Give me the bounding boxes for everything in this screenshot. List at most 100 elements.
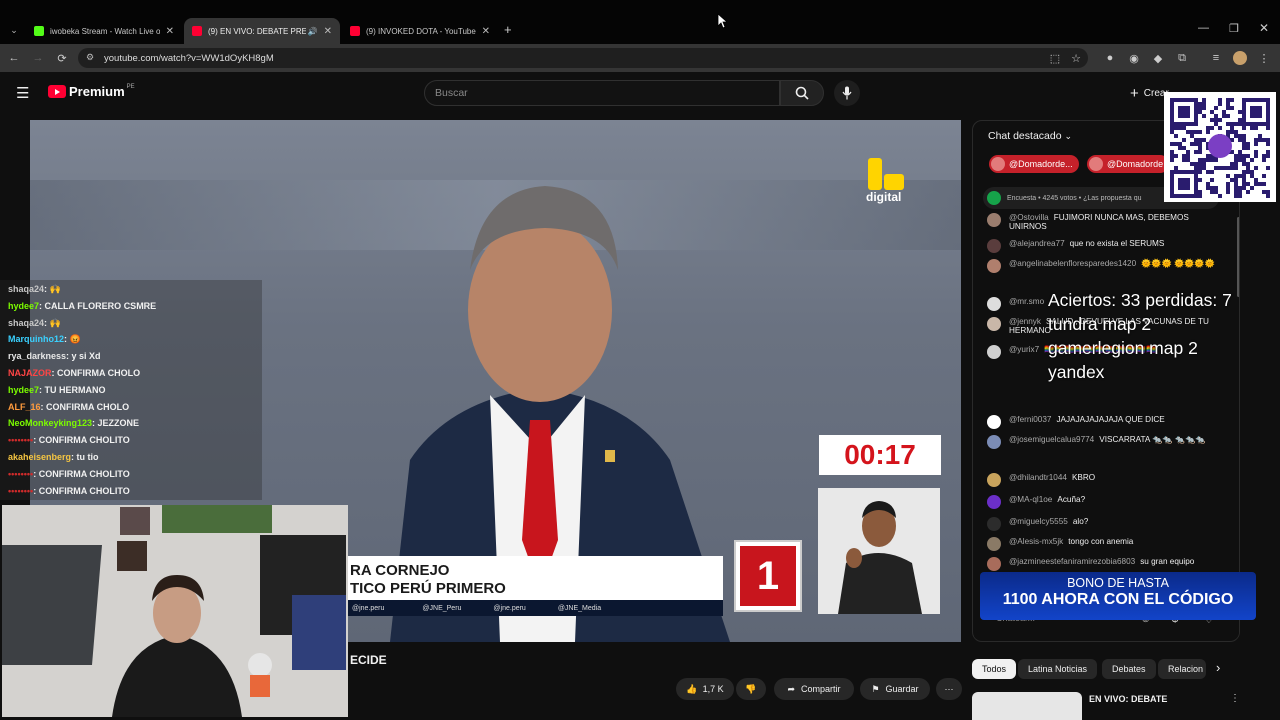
overlay-chat-line: Marquinho12: 😡	[8, 334, 81, 345]
tab-title: (9) INVOKED DOTA - YouTube	[366, 26, 476, 36]
related-video-title[interactable]: EN VIVO: DEBATE	[1089, 694, 1167, 704]
avatar[interactable]	[987, 259, 1001, 273]
share-label: Compartir	[801, 684, 841, 694]
like-button[interactable]: 👍 1,7 K	[676, 678, 734, 700]
create-button[interactable]: + Crear	[1130, 85, 1169, 102]
logo-text: Premium	[69, 84, 125, 99]
install-app-icon[interactable]: ⬚	[1045, 48, 1065, 68]
chat-author[interactable]: @Ostovilla	[1009, 213, 1049, 222]
site-info-icon[interactable]: ⚙	[86, 52, 94, 63]
avatar[interactable]	[987, 213, 1001, 227]
forward-button[interactable]: →	[28, 48, 48, 68]
chat-author[interactable]: @alejandrea77	[1009, 239, 1065, 248]
extension-icon[interactable]: ◉	[1124, 48, 1144, 68]
media-control-icon[interactable]: ≡	[1206, 48, 1226, 68]
close-window-button[interactable]: ✕	[1259, 21, 1269, 35]
tab-invoked-dota[interactable]: (9) INVOKED DOTA - YouTube ✕	[342, 18, 498, 44]
overlay-chat-user: hydee7	[8, 384, 40, 395]
close-tab-icon[interactable]: ✕	[482, 26, 490, 37]
address-bar[interactable]: ⚙ youtube.com/watch?v=WW1dOyKH8gM	[78, 48, 1088, 68]
extensions-puzzle-icon[interactable]: ⧉	[1172, 48, 1192, 68]
chevron-right-icon[interactable]: ›	[1216, 660, 1220, 675]
tab-search-button[interactable]: ⌄	[6, 22, 22, 38]
profile-avatar-icon[interactable]	[1230, 48, 1250, 68]
avatar[interactable]	[987, 435, 1001, 449]
overlay-chat-user: hydee7	[8, 300, 40, 311]
extension-icon[interactable]: ◆	[1148, 48, 1168, 68]
chat-message: @jazmineestefaniramirezobia6803 su gran e…	[987, 557, 1227, 571]
overlay-chat-user: Marquinho12	[8, 334, 65, 345]
stream-stats-overlay: Aciertos: 33 perdidas: 7 tundra map 2 ga…	[1048, 288, 1232, 384]
pinned-donor-chip[interactable]: @Domadorde...	[989, 155, 1079, 173]
avatar	[1089, 157, 1103, 171]
microphone-icon	[842, 86, 852, 100]
tab-kick[interactable]: iwobeka Stream - Watch Live on ✕	[26, 18, 182, 44]
avatar[interactable]	[987, 495, 1001, 509]
close-tab-icon[interactable]: ✕	[324, 26, 332, 37]
party-name: TICO PERÚ PRIMERO	[350, 580, 506, 597]
share-button[interactable]: ➦ Compartir	[774, 678, 854, 700]
avatar[interactable]	[987, 415, 1001, 429]
minimize-button[interactable]: —	[1198, 22, 1209, 34]
dislike-button[interactable]: 👎	[736, 678, 766, 700]
video-title: ECIDE	[350, 653, 387, 667]
chat-author[interactable]: @angelinabelenfloresparedes1420	[1009, 259, 1136, 268]
chat-text: que no exista el SERUMS	[1069, 239, 1165, 248]
chip-relacionados[interactable]: Relacion	[1158, 659, 1206, 679]
hamburger-menu-icon[interactable]: ☰	[16, 84, 29, 102]
pinned-donor-chip[interactable]: @Domadorde	[1087, 155, 1170, 173]
bookmark-star-icon[interactable]: ☆	[1066, 48, 1086, 68]
chat-author[interactable]: @jazmineestefaniramirezobia6803	[1009, 557, 1135, 566]
avatar[interactable]	[987, 517, 1001, 531]
extension-icon[interactable]: ●	[1100, 48, 1120, 68]
overlay-chat-line: rya_darkness: y si Xd	[8, 351, 101, 361]
chip-latina-noticias[interactable]: Latina Noticias	[1018, 659, 1098, 679]
search-input[interactable]: Buscar	[424, 80, 780, 106]
avatar[interactable]	[987, 537, 1001, 551]
chat-author[interactable]: @jennyk	[1009, 317, 1041, 326]
tab-debate[interactable]: (9) EN VIVO: DEBATE PRESID 🔊 ✕	[184, 18, 340, 44]
chat-mode-dropdown[interactable]: Chat destacado ⌄	[988, 130, 1072, 142]
audio-playing-icon[interactable]: 🔊	[308, 27, 318, 36]
avatar[interactable]	[987, 473, 1001, 487]
chat-author[interactable]: @dhilandtr1044	[1009, 473, 1067, 482]
avatar[interactable]	[987, 345, 1001, 359]
browser-menu-icon[interactable]: ⋮	[1254, 48, 1274, 68]
chat-author[interactable]: @ferni0037	[1009, 415, 1051, 424]
youtube-premium-logo[interactable]: Premium PE	[48, 84, 135, 99]
interpreter-figure	[838, 501, 922, 614]
chip-debates[interactable]: Debates	[1102, 659, 1156, 679]
voice-search-button[interactable]	[834, 80, 860, 106]
overlay-chat-user: shaqa24	[8, 284, 45, 294]
channel-bug-text: digital	[866, 190, 902, 204]
chip-label: @Domadorde...	[1009, 159, 1073, 169]
chat-author[interactable]: @yurix7	[1009, 345, 1039, 354]
chat-author[interactable]: @miguelcy5555	[1009, 517, 1068, 526]
lower-third-panel: RA CORNEJO TICO PERÚ PRIMERO	[348, 556, 723, 600]
maximize-button[interactable]: ❐	[1229, 22, 1239, 35]
chat-message: @alejandrea77 que no exista el SERUMS	[987, 239, 1227, 253]
streamer-webcam	[2, 505, 348, 717]
chat-author[interactable]: @MA-ql1oe	[1009, 495, 1052, 504]
avatar[interactable]	[987, 239, 1001, 253]
chat-author[interactable]: @mr.smo	[1009, 297, 1044, 306]
related-video-thumbnail[interactable]	[972, 692, 1082, 720]
chat-author[interactable]: @Alesis-mx5jk	[1009, 537, 1063, 546]
reload-button[interactable]: ⟳	[52, 48, 72, 68]
avatar[interactable]	[987, 317, 1001, 331]
chip-all[interactable]: Todos	[972, 659, 1017, 679]
chat-scrollbar[interactable]	[1237, 217, 1239, 297]
yape-qr-code	[1164, 92, 1276, 202]
chat-author[interactable]: @josemiguelcalua9774	[1009, 435, 1094, 444]
related-more-icon[interactable]: ⋮	[1230, 693, 1240, 704]
search-button[interactable]	[780, 80, 824, 106]
close-tab-icon[interactable]: ✕	[166, 26, 174, 37]
avatar[interactable]	[987, 297, 1001, 311]
save-button[interactable]: ⚑ Guardar	[860, 678, 930, 700]
new-tab-button[interactable]: +	[504, 22, 512, 37]
avatar[interactable]	[987, 557, 1001, 571]
chevron-down-icon: ⌄	[1064, 131, 1073, 141]
youtube-play-logo-icon	[48, 85, 66, 98]
more-actions-button[interactable]: ⋯	[936, 678, 962, 700]
back-button[interactable]: ←	[4, 48, 24, 68]
